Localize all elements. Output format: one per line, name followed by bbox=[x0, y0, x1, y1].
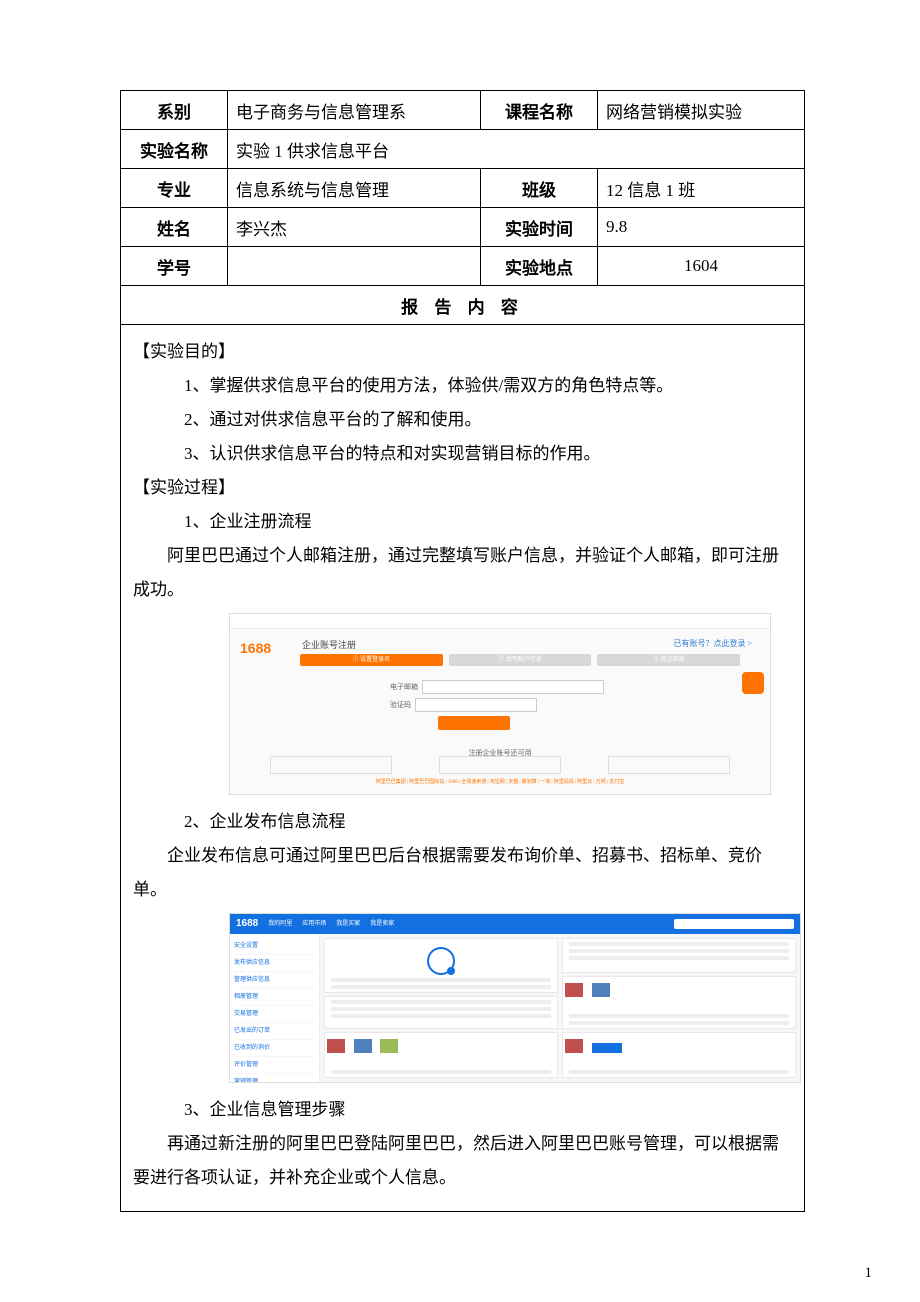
dashboard-card bbox=[324, 938, 558, 993]
alt-option-2 bbox=[439, 756, 561, 774]
sidenav-item: 发布供应信息 bbox=[234, 955, 315, 972]
sidenav-item: 相册管理 bbox=[234, 989, 315, 1006]
thumbnail-icon bbox=[565, 1039, 583, 1053]
stat-circle-icon bbox=[427, 947, 455, 975]
report-body: 【实验目的】 1、掌握供求信息平台的使用方法，体验供/需双方的角色特点等。 2、… bbox=[120, 325, 805, 1212]
name-label: 姓名 bbox=[121, 208, 228, 247]
alt-option-1 bbox=[270, 756, 392, 774]
mascot-icon bbox=[742, 672, 764, 694]
dashboard-sidenav: 安全设置 发布供应信息 管理供应信息 相册管理 交易管理 已发出的订单 已收到的… bbox=[230, 934, 320, 1082]
section-process-heading: 【实验过程】 bbox=[133, 471, 792, 505]
dashboard-card bbox=[324, 1032, 558, 1078]
step-1: ① 设置登录名 bbox=[300, 654, 443, 666]
step-2: ② 填写账户信息 bbox=[449, 654, 592, 666]
nav-item: 我的阿里 bbox=[268, 918, 292, 930]
sidenav-item: 已收到的询价 bbox=[234, 1040, 315, 1057]
time-label: 实验时间 bbox=[481, 208, 598, 247]
process-p1: 阿里巴巴通过个人邮箱注册，通过完整填写账户信息，并验证个人邮箱，即可注册成功。 bbox=[133, 539, 792, 607]
step-3: ③ 验证邮箱 bbox=[597, 654, 740, 666]
footer-links: 阿里巴巴集团 | 阿里巴巴国际站 | 1688 | 全球速卖通 | 淘宝网 | … bbox=[230, 778, 770, 788]
purpose-item-3: 3、认识供求信息平台的特点和对实现营销目标的作用。 bbox=[133, 437, 792, 471]
thumbnail-icon bbox=[380, 1039, 398, 1053]
dept-label: 系别 bbox=[121, 91, 228, 130]
sidenav-item: 营销管理 bbox=[234, 1074, 315, 1083]
screenshot-1688-dashboard: 1688 我的阿里 应用市场 我是买家 我是卖家 安全设置 发布供应信息 管理供… bbox=[229, 913, 801, 1083]
action-button-mock bbox=[592, 1043, 622, 1053]
thumbnail-icon bbox=[354, 1039, 372, 1053]
course-value: 网络营销模拟实验 bbox=[598, 91, 805, 130]
search-field-mock bbox=[674, 919, 794, 929]
dashboard-nav: 1688 我的阿里 应用市场 我是买家 我是卖家 bbox=[230, 914, 800, 934]
nav-item: 我是买家 bbox=[336, 918, 360, 930]
process-h1: 1、企业注册流程 bbox=[133, 505, 792, 539]
course-label: 课程名称 bbox=[481, 91, 598, 130]
report-title: 报 告 内 容 bbox=[121, 286, 805, 325]
id-value bbox=[228, 247, 481, 286]
process-p3: 再通过新注册的阿里巴巴登陆阿里巴巴，然后进入阿里巴巴账号管理，可以根据需要进行各… bbox=[133, 1127, 792, 1195]
major-label: 专业 bbox=[121, 169, 228, 208]
email-field-mock bbox=[422, 680, 604, 694]
nav-item: 我是卖家 bbox=[370, 918, 394, 930]
loc-label: 实验地点 bbox=[481, 247, 598, 286]
thumbnail-icon bbox=[565, 983, 583, 997]
purpose-item-1: 1、掌握供求信息平台的使用方法，体验供/需双方的角色特点等。 bbox=[133, 369, 792, 403]
logo-1688: 1688 bbox=[240, 634, 271, 662]
time-value: 9.8 bbox=[598, 208, 805, 247]
exp-name-value: 实验 1 供求信息平台 bbox=[228, 130, 805, 169]
purpose-item-2: 2、通过对供求信息平台的了解和使用。 bbox=[133, 403, 792, 437]
dashboard-card bbox=[562, 1032, 796, 1078]
page-number: 1 bbox=[865, 1265, 873, 1282]
sidenav-item: 评价管理 bbox=[234, 1057, 315, 1074]
sidenav-item: 已发出的订单 bbox=[234, 1023, 315, 1040]
name-value: 李兴杰 bbox=[228, 208, 481, 247]
sidenav-item: 交易管理 bbox=[234, 1006, 315, 1023]
label-email: 电子邮箱 bbox=[390, 680, 418, 694]
info-table: 系别 电子商务与信息管理系 课程名称 网络营销模拟实验 实验名称 实验 1 供求… bbox=[120, 90, 805, 325]
code-field-mock bbox=[415, 698, 537, 712]
loc-value: 1604 bbox=[598, 247, 805, 286]
thumbnail-icon bbox=[592, 983, 610, 997]
label-code: 验证码 bbox=[390, 698, 411, 712]
process-h3: 3、企业信息管理步骤 bbox=[133, 1093, 792, 1127]
thumbnail-icon bbox=[327, 1039, 345, 1053]
process-h2: 2、企业发布信息流程 bbox=[133, 805, 792, 839]
id-label: 学号 bbox=[121, 247, 228, 286]
login-link: 已有账号？点此登录 > bbox=[673, 636, 752, 652]
dashboard-card bbox=[324, 996, 558, 1029]
submit-button-mock bbox=[438, 716, 510, 730]
sidenav-item: 安全设置 bbox=[234, 938, 315, 955]
logo-1688-nav: 1688 bbox=[236, 914, 258, 934]
sidenav-item: 管理供应信息 bbox=[234, 972, 315, 989]
section-purpose-heading: 【实验目的】 bbox=[133, 335, 792, 369]
dept-value: 电子商务与信息管理系 bbox=[228, 91, 481, 130]
nav-item: 应用市场 bbox=[302, 918, 326, 930]
screenshot-1688-register: 1688 企业账号注册 已有账号？点此登录 > ① 设置登录名 ② 填写账户信息… bbox=[229, 613, 771, 795]
process-p2: 企业发布信息可通过阿里巴巴后台根据需要发布询价单、招募书、招标单、竞价单。 bbox=[133, 839, 792, 907]
register-title: 企业账号注册 bbox=[302, 636, 356, 654]
alt-option-3 bbox=[608, 756, 730, 774]
class-label: 班级 bbox=[481, 169, 598, 208]
major-value: 信息系统与信息管理 bbox=[228, 169, 481, 208]
dashboard-card bbox=[562, 938, 796, 973]
dashboard-card bbox=[562, 976, 796, 1029]
class-value: 12 信息 1 班 bbox=[598, 169, 805, 208]
exp-name-label: 实验名称 bbox=[121, 130, 228, 169]
